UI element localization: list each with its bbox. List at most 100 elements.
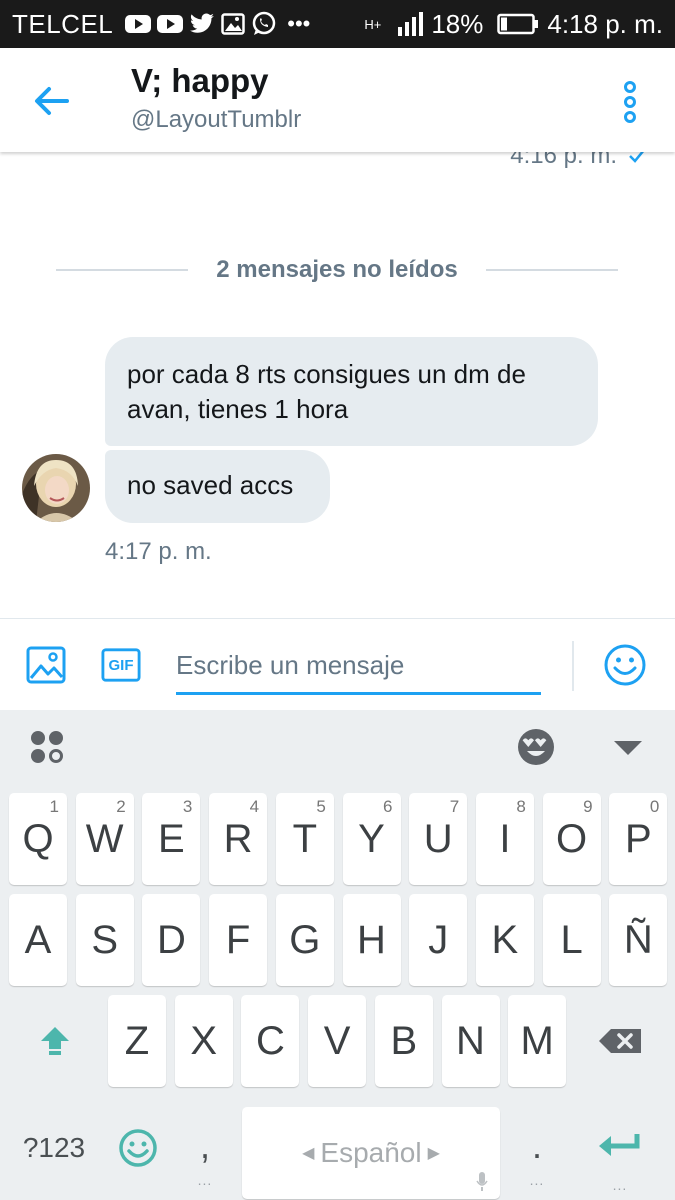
key-m[interactable]: M bbox=[508, 995, 567, 1087]
emoji-keyboard-button[interactable] bbox=[515, 726, 557, 768]
key-t[interactable]: T5 bbox=[275, 793, 334, 885]
previous-time-label: 4:16 p. m. bbox=[510, 152, 617, 169]
key-number-hint: 0 bbox=[649, 797, 660, 816]
heart-eyes-emoji-icon bbox=[518, 729, 554, 765]
smiley-icon bbox=[119, 1128, 157, 1167]
key-label: Ñ bbox=[623, 917, 653, 962]
more-symbols-dots: ... bbox=[529, 1172, 545, 1188]
unread-label: 2 mensajes no leídos bbox=[216, 256, 458, 283]
comma-label: , bbox=[199, 1125, 210, 1166]
space-key[interactable]: ◀ Español ▶ bbox=[242, 1107, 500, 1199]
key-z[interactable]: Z bbox=[108, 995, 166, 1087]
key-label: K bbox=[491, 917, 519, 962]
key-label: J bbox=[428, 917, 449, 962]
key-label: G bbox=[289, 917, 321, 962]
back-button[interactable] bbox=[28, 78, 74, 124]
key-label: X bbox=[190, 1018, 218, 1063]
previous-message-time: 4:16 p. m. bbox=[510, 152, 645, 170]
message-time: 4:17 p. m. bbox=[105, 538, 212, 565]
network-type-label: H+ bbox=[364, 16, 382, 32]
symbols-key[interactable]: ?123 bbox=[8, 1115, 100, 1180]
key-label: V bbox=[323, 1018, 351, 1063]
twitter-icon bbox=[189, 13, 215, 35]
hide-keyboard-button[interactable] bbox=[610, 734, 646, 762]
gif-label: GIF bbox=[108, 656, 134, 674]
carrier-label: TELCEL bbox=[12, 8, 114, 39]
shift-key[interactable] bbox=[9, 995, 101, 1087]
key-f[interactable]: F bbox=[209, 894, 268, 986]
message-bubble[interactable]: no saved accs bbox=[105, 450, 330, 523]
key-e[interactable]: E3 bbox=[142, 793, 201, 885]
message-input[interactable]: Escribe un mensaje bbox=[176, 645, 541, 695]
key-ñ[interactable]: Ñ bbox=[609, 894, 668, 986]
key-r[interactable]: R4 bbox=[209, 793, 268, 885]
key-o[interactable]: O9 bbox=[542, 793, 601, 885]
key-q[interactable]: Q1 bbox=[9, 793, 67, 885]
key-w[interactable]: W2 bbox=[75, 793, 134, 885]
whatsapp-icon bbox=[251, 11, 277, 37]
emoji-key[interactable] bbox=[108, 1115, 168, 1180]
key-label: B bbox=[390, 1018, 418, 1063]
image-icon bbox=[26, 646, 66, 684]
more-symbols-dots: ... bbox=[612, 1177, 628, 1193]
triangle-down-icon bbox=[614, 741, 642, 755]
key-number-hint: 8 bbox=[516, 797, 526, 816]
key-c[interactable]: C bbox=[241, 995, 300, 1087]
period-key[interactable]: . ... bbox=[508, 1100, 566, 1192]
message-thread[interactable]: 4:16 p. m. 2 mensajes no leídos por cada… bbox=[0, 152, 675, 618]
key-x[interactable]: X bbox=[174, 995, 233, 1087]
microphone-icon bbox=[476, 1172, 488, 1191]
unread-divider: 2 mensajes no leídos bbox=[56, 256, 618, 284]
key-n[interactable]: N bbox=[441, 995, 500, 1087]
key-number-hint: 6 bbox=[383, 797, 393, 816]
key-d[interactable]: D bbox=[142, 894, 201, 986]
key-p[interactable]: P0 bbox=[609, 793, 668, 885]
key-a[interactable]: A bbox=[9, 894, 67, 986]
key-y[interactable]: Y6 bbox=[342, 793, 401, 885]
key-v[interactable]: V bbox=[308, 995, 367, 1087]
status-bar: TELCEL ••• H+ 18% 4:18 p. m. bbox=[0, 0, 675, 48]
key-label: P bbox=[624, 816, 652, 861]
key-label: O bbox=[556, 816, 588, 861]
key-b[interactable]: B bbox=[374, 995, 433, 1087]
comma-key[interactable]: , ... bbox=[176, 1100, 234, 1192]
key-g[interactable]: G bbox=[275, 894, 334, 986]
period-label: . bbox=[531, 1125, 542, 1166]
add-gif-button[interactable]: GIF bbox=[101, 645, 141, 685]
key-label: D bbox=[156, 917, 186, 962]
message-bubble[interactable]: por cada 8 rts consigues un dm de avan, … bbox=[105, 337, 598, 446]
compose-bar: GIF Escribe un mensaje bbox=[0, 618, 675, 710]
key-k[interactable]: K bbox=[475, 894, 534, 986]
keyboard-toolbar bbox=[0, 710, 675, 785]
enter-key[interactable]: ... bbox=[574, 1107, 666, 1193]
emoji-button[interactable] bbox=[603, 643, 647, 687]
compose-separator bbox=[572, 641, 574, 691]
space-language-label: Español bbox=[320, 1137, 422, 1168]
key-label: E bbox=[158, 816, 185, 861]
key-label: Y bbox=[358, 816, 385, 861]
key-j[interactable]: J bbox=[409, 894, 468, 986]
key-number-hint: 4 bbox=[249, 797, 260, 816]
key-number-hint: 9 bbox=[583, 797, 593, 816]
key-h[interactable]: H bbox=[342, 894, 401, 986]
key-label: I bbox=[499, 816, 511, 861]
more-options-button[interactable] bbox=[610, 76, 650, 128]
conversation-title: V; happy bbox=[131, 62, 269, 99]
more-symbols-dots: ... bbox=[197, 1172, 213, 1188]
chevron-right-icon: ▶ bbox=[427, 1145, 440, 1162]
divider-line bbox=[485, 269, 618, 271]
key-i[interactable]: I8 bbox=[475, 793, 534, 885]
clock: 4:18 p. m. bbox=[547, 8, 663, 39]
key-number-hint: 2 bbox=[116, 797, 126, 816]
backspace-key[interactable] bbox=[574, 995, 666, 1087]
keyboard-apps-button[interactable] bbox=[28, 728, 66, 766]
key-number-hint: 5 bbox=[316, 797, 326, 816]
key-label: T bbox=[292, 816, 318, 861]
key-l[interactable]: L bbox=[542, 894, 601, 986]
avatar[interactable] bbox=[22, 454, 90, 522]
key-s[interactable]: S bbox=[75, 894, 134, 986]
key-u[interactable]: U7 bbox=[409, 793, 468, 885]
battery-percent: 18% bbox=[431, 8, 484, 39]
add-photo-button[interactable] bbox=[26, 645, 66, 685]
enter-arrow-icon bbox=[599, 1134, 640, 1156]
